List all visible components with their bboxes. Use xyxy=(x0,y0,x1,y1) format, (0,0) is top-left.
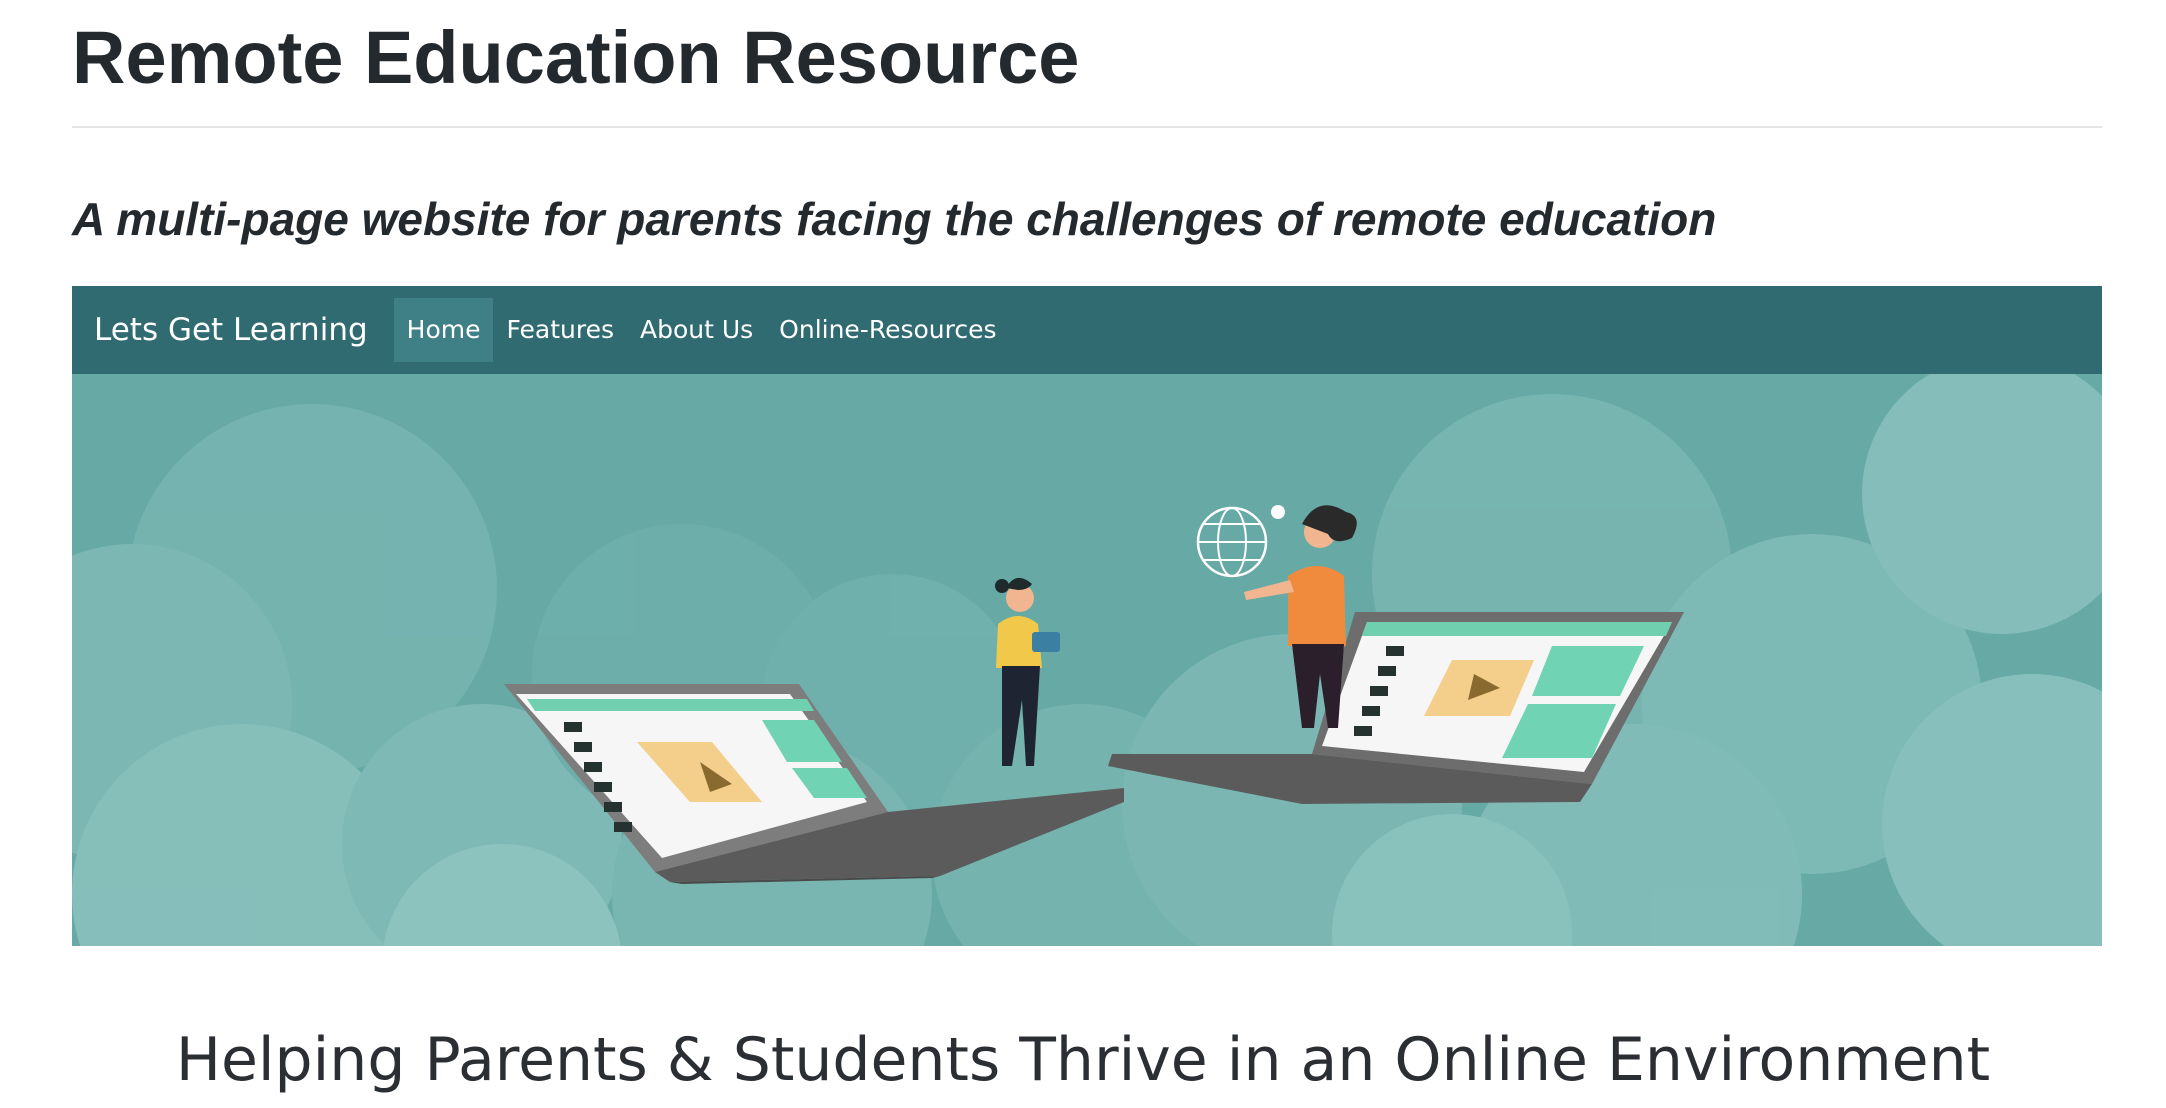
website-preview: Lets Get Learning Home Features About Us… xyxy=(72,286,2102,946)
nav-link-about-us[interactable]: About Us xyxy=(627,298,766,362)
hero-tagline: Helping Parents & Students Thrive in an … xyxy=(175,1025,1991,1095)
nav-link-online-resources[interactable]: Online-Resources xyxy=(766,298,1009,362)
nav-links: Home Features About Us Online-Resources xyxy=(393,298,1010,362)
nav-link-features[interactable]: Features xyxy=(493,298,627,362)
navbar: Lets Get Learning Home Features About Us… xyxy=(72,286,2102,374)
hero-banner xyxy=(72,374,2102,946)
page-title: Remote Education Resource xyxy=(72,16,1080,99)
page-subtitle: A multi-page website for parents facing … xyxy=(72,193,1717,245)
book-icon xyxy=(1032,632,1060,652)
navbar-brand[interactable]: Lets Get Learning xyxy=(94,312,368,348)
nav-link-home[interactable]: Home xyxy=(393,298,494,362)
title-divider xyxy=(72,126,2102,128)
hero-illustration xyxy=(72,374,2102,946)
